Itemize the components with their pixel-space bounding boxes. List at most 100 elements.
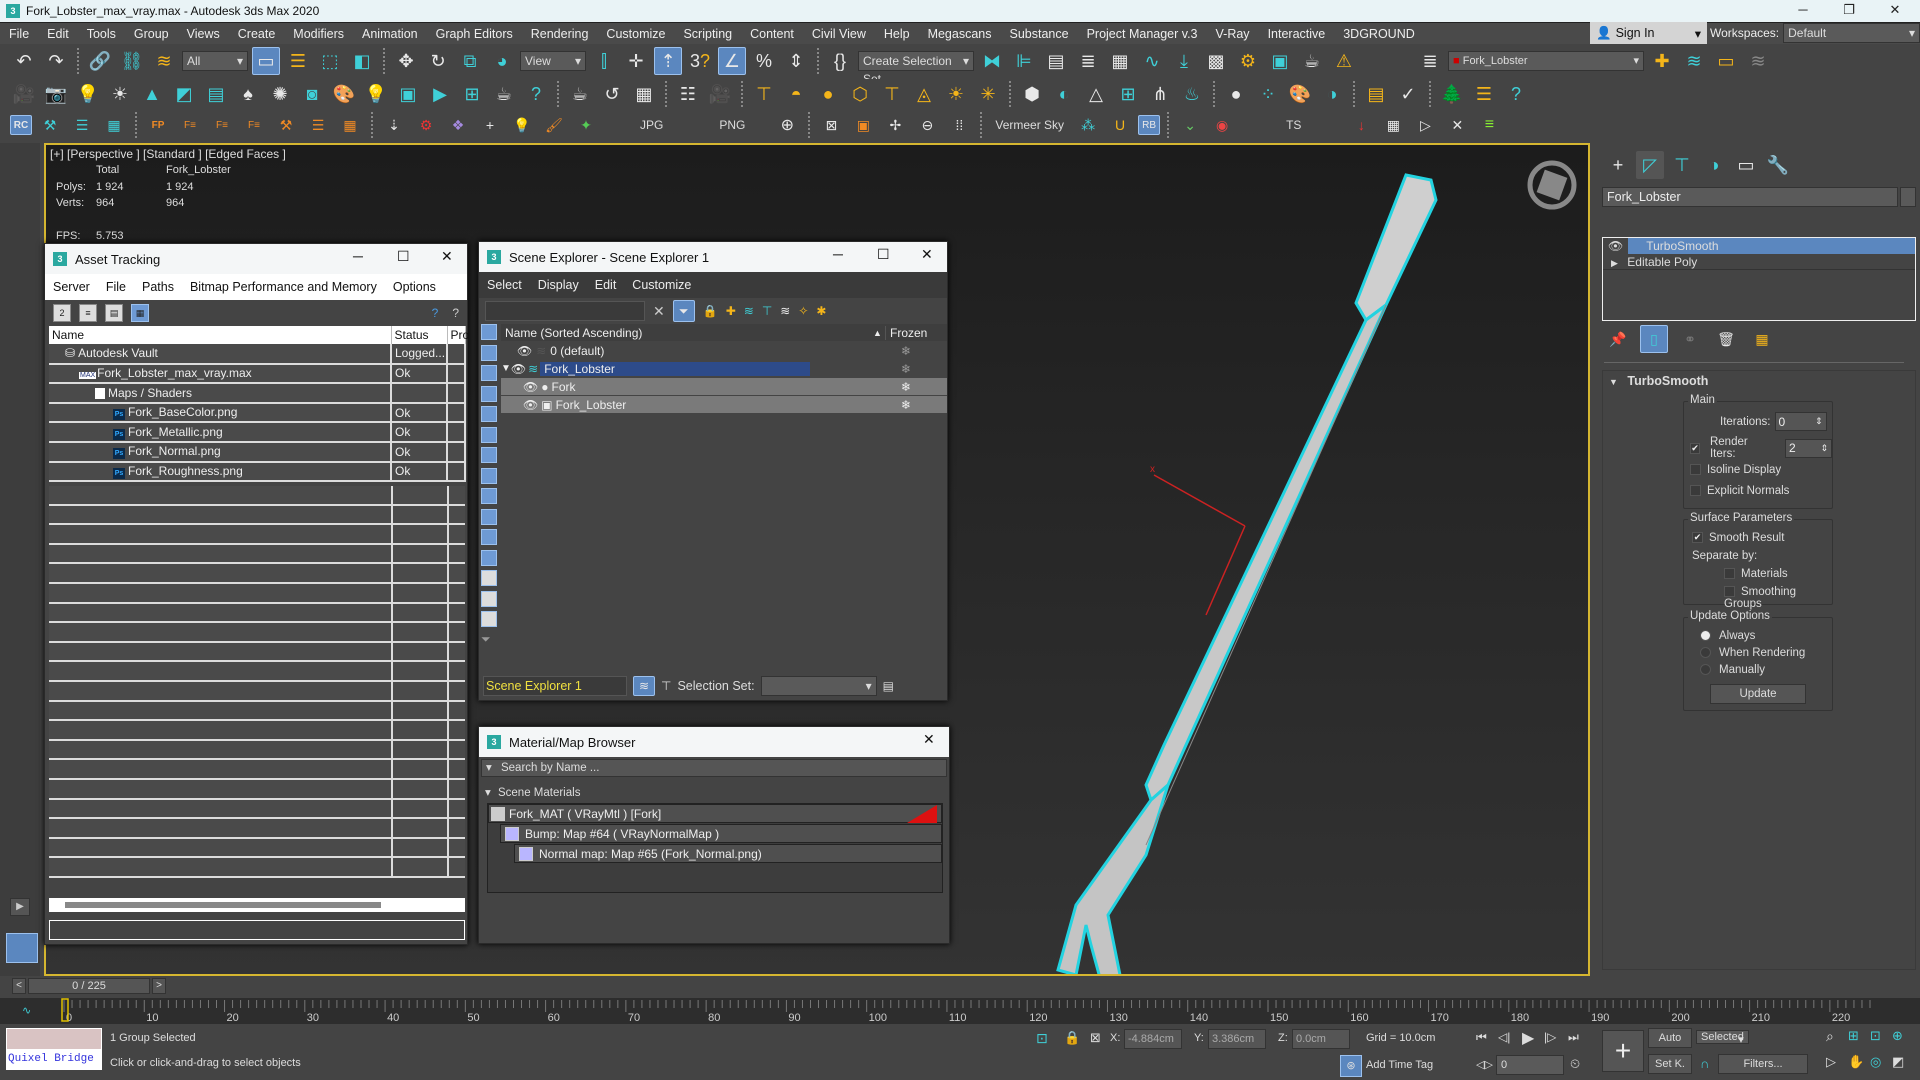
list-select-icon[interactable]: ▤: [1362, 80, 1390, 108]
create-new-layer-icon[interactable]: ✚: [1648, 47, 1676, 75]
vray-help-icon[interactable]: ?: [522, 80, 550, 108]
scene-search-input[interactable]: [485, 301, 645, 321]
material-browser-titlebar[interactable]: 3 Material/Map Browser ✕: [479, 727, 949, 757]
grid-blocks2-icon[interactable]: ▦: [336, 111, 364, 139]
modify-tab-icon[interactable]: ◸: [1636, 151, 1664, 179]
list-view-icon[interactable]: ≡: [79, 304, 97, 322]
menu-options[interactable]: Options: [385, 280, 444, 294]
menu-interactive[interactable]: Interactive: [1259, 27, 1335, 41]
maximize-viewport-icon[interactable]: ◩: [1892, 1054, 1904, 1070]
map-item[interactable]: Normal map: Map #65 (Fork_Normal.png): [514, 844, 942, 863]
frozen-icon[interactable]: ❄: [901, 398, 911, 412]
vray-ies-icon[interactable]: ✺: [266, 80, 294, 108]
mini-curve-editor-icon[interactable]: ∿: [22, 1004, 31, 1017]
select-objects-in-layer-icon[interactable]: ▭: [1712, 47, 1740, 75]
previous-key-icon[interactable]: ◁|: [1498, 1030, 1510, 1044]
smooth-result-checkbox[interactable]: ✔: [1692, 532, 1703, 544]
configure-modifier-sets-icon[interactable]: ▦: [1748, 325, 1776, 353]
absolute-relative-toggle-icon[interactable]: ⊠: [1090, 1030, 1101, 1046]
expand-arrow-icon[interactable]: ▶: [1611, 258, 1618, 268]
visibility-eye-icon[interactable]: 👁: [523, 380, 538, 394]
record-icon[interactable]: ◉: [1208, 111, 1236, 139]
radio-button[interactable]: [1700, 630, 1711, 642]
menu-tools[interactable]: Tools: [78, 27, 125, 41]
camera-icon[interactable]: 🎥: [706, 80, 734, 108]
fork-mesh[interactable]: [1056, 173, 1438, 974]
menu-customize[interactable]: Customize: [624, 278, 699, 292]
percent-snap-icon[interactable]: %: [750, 47, 778, 75]
asset-row[interactable]: ⛁ Autodesk Vault Logged...: [49, 344, 466, 365]
select-manipulate-icon[interactable]: ✛: [622, 47, 650, 75]
col-status[interactable]: Status: [391, 326, 448, 344]
asset-row[interactable]: Ps Fork_Roughness.png Ok: [49, 461, 466, 483]
ts-button[interactable]: TS: [1280, 118, 1307, 132]
rendered-frame-window-icon[interactable]: ▣: [1266, 47, 1294, 75]
viewport-label[interactable]: [+] [Perspective ] [Standard ] [Edged Fa…: [50, 147, 286, 161]
forest-icon[interactable]: 🌲: [1438, 80, 1466, 108]
render-setup-icon[interactable]: ⚙: [1234, 47, 1262, 75]
box-grid-icon[interactable]: ▦: [1379, 111, 1407, 139]
vermeer-sky-button[interactable]: Vermeer Sky: [989, 118, 1070, 132]
utilities-tab-icon[interactable]: 🔧: [1764, 151, 1792, 179]
u-icon[interactable]: U: [1106, 111, 1134, 139]
menu-civil-view[interactable]: Civil View: [803, 27, 875, 41]
spinner-snap-icon[interactable]: ⇕: [782, 47, 810, 75]
menu-paths[interactable]: Paths: [134, 280, 182, 294]
sphere-light-icon[interactable]: ●: [814, 80, 842, 108]
menu-project-manager[interactable]: Project Manager v.3: [1078, 27, 1207, 41]
hamburger-green-icon[interactable]: ≡: [1475, 111, 1503, 139]
lock-icon[interactable]: 🔒: [703, 304, 718, 318]
sign-in-dropdown[interactable]: 👤 Sign In ▾: [1590, 22, 1707, 44]
y-coordinate-field[interactable]: 3.386cm: [1208, 1029, 1266, 1049]
default-tangent-icon[interactable]: ∩: [1700, 1056, 1709, 1071]
clear-search-icon[interactable]: ✕: [653, 303, 665, 320]
f2-icon[interactable]: F≡: [208, 111, 236, 139]
show-end-result-icon[interactable]: ▯: [1640, 325, 1668, 353]
move-icon[interactable]: ✥: [392, 47, 420, 75]
layer-dropdown[interactable]: ■ Fork_Lobster: [1448, 51, 1644, 71]
filter-frozen-icon[interactable]: [481, 529, 497, 545]
selection-lock-icon[interactable]: 🔒: [1064, 1030, 1080, 1046]
scene-row-layer-default[interactable]: 👁 ≋ 0 (default) ❄: [501, 342, 947, 359]
col-frozen[interactable]: Frozen: [885, 325, 927, 340]
filter-cameras-icon[interactable]: [481, 385, 497, 402]
toggle-ribbon-icon[interactable]: ▦: [1106, 47, 1134, 75]
sun-light-icon[interactable]: ☀: [942, 80, 970, 108]
package-icon[interactable]: ▦: [630, 80, 658, 108]
add-point-icon[interactable]: ✢: [881, 111, 909, 139]
ambient-light-icon[interactable]: ✳: [974, 80, 1002, 108]
notes-icon[interactable]: ☰: [1470, 80, 1498, 108]
minimize-button[interactable]: ─: [833, 246, 843, 262]
spot-light-icon[interactable]: ⊤: [750, 80, 778, 108]
crosshair-icon[interactable]: ⊕: [773, 111, 801, 139]
toggle-scene-explorer-icon[interactable]: ▤: [1042, 47, 1070, 75]
zoom-icon[interactable]: ⌕: [1826, 1028, 1834, 1045]
menu-group[interactable]: Group: [125, 27, 178, 41]
field-of-view-icon[interactable]: ▷: [1826, 1054, 1836, 1070]
visibility-eye-icon[interactable]: 👁: [517, 344, 532, 358]
materials-checkbox[interactable]: [1724, 568, 1735, 580]
isolate-selection-icon[interactable]: ⊡: [1036, 1030, 1048, 1047]
layer-manager-icon[interactable]: ≣: [1416, 47, 1444, 75]
filter-groups-icon[interactable]: [481, 447, 497, 463]
orbit-icon[interactable]: ◎: [1870, 1054, 1881, 1070]
puzzle-icon[interactable]: ✦: [572, 111, 600, 139]
filter-bones-icon[interactable]: [481, 488, 497, 504]
menu-display[interactable]: Display: [530, 278, 587, 292]
vray-render-icon[interactable]: ▶: [426, 80, 454, 108]
time-slider-thumb[interactable]: 0 / 225: [28, 978, 150, 994]
material-ball-icon[interactable]: ●: [1222, 80, 1250, 108]
list2-icon[interactable]: ☰: [304, 111, 332, 139]
vray-displacement-icon[interactable]: ◩: [170, 80, 198, 108]
gear-red-icon[interactable]: ⚙: [412, 111, 440, 139]
current-frame-field[interactable]: 0: [1496, 1055, 1564, 1075]
object-name-field[interactable]: Fork_Lobster: [1602, 187, 1898, 207]
list-icon[interactable]: ☰: [68, 111, 96, 139]
create-selection-set-dropdown[interactable]: Create Selection Set: [858, 51, 974, 86]
motion-tab-icon[interactable]: ◑: [1700, 151, 1728, 179]
update-button[interactable]: Update: [1710, 684, 1806, 704]
menu-customize[interactable]: Customize: [597, 27, 674, 41]
go-to-end-icon[interactable]: ⏭: [1568, 1030, 1579, 1045]
rc-icon[interactable]: RC: [10, 115, 32, 135]
ies-light-icon[interactable]: ◬: [910, 80, 938, 108]
